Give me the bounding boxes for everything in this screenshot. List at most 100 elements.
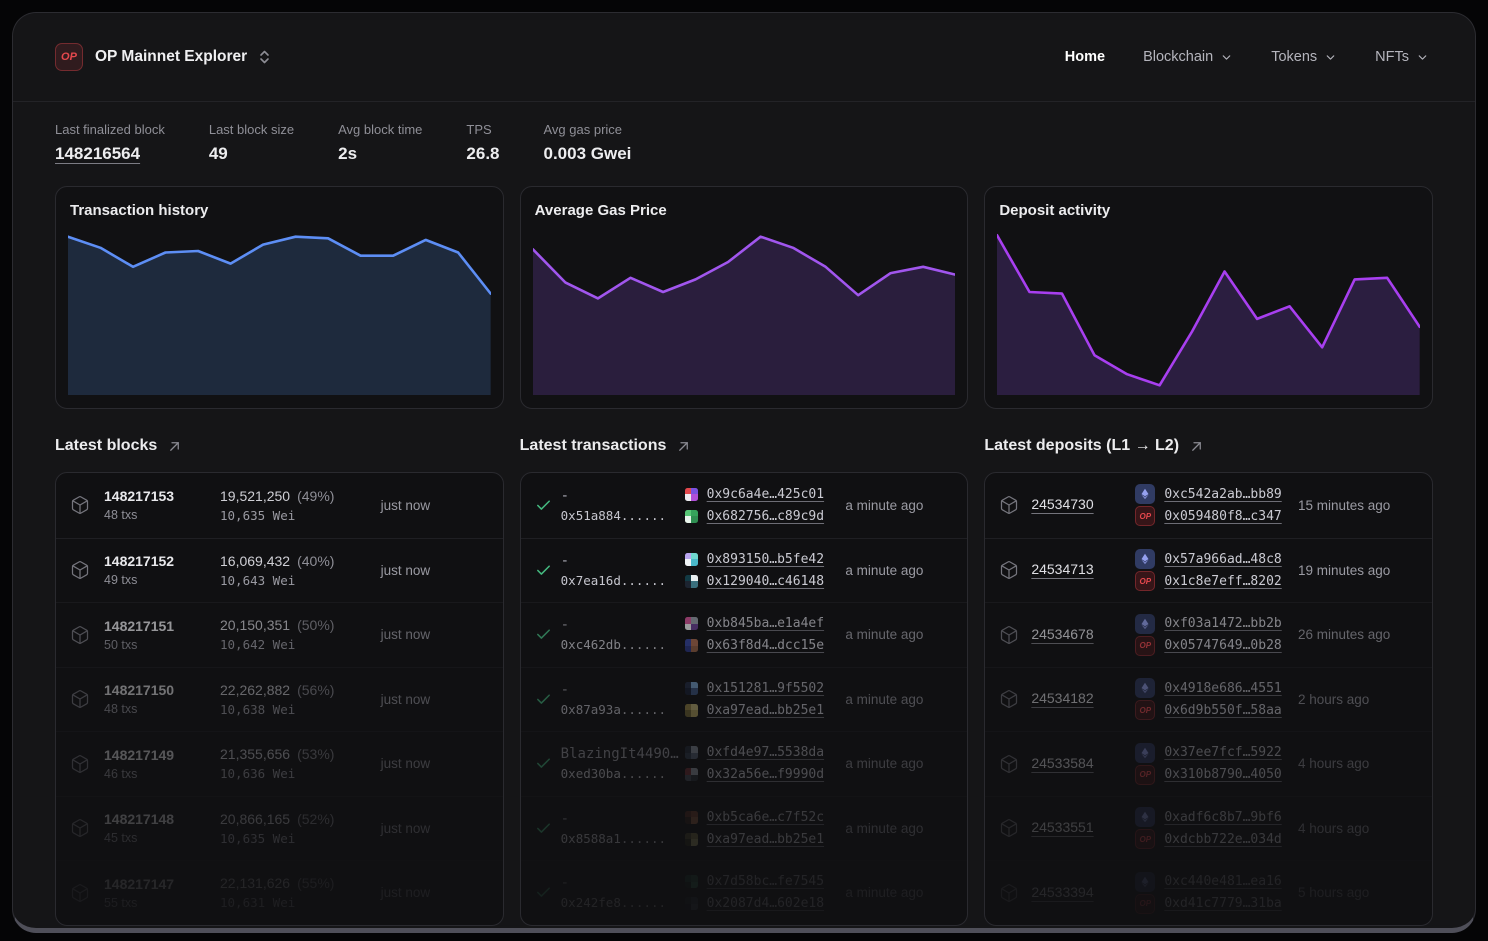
deposit-block-link[interactable]: 24534182 (1031, 690, 1093, 706)
tx-hash-cell: - 0xc462db...... (561, 617, 685, 652)
deposit-l1-tx-link[interactable]: 0x37ee7fcf…5922 (1164, 745, 1281, 760)
deposit-row[interactable]: 24534678 0xf03a1472…bb2b OP 0x05747649…0b28… (985, 602, 1432, 667)
block-cube-icon (999, 495, 1031, 515)
tx-addresses-cell: 0x9c6a4e…425c01 0x682756…c89c9d (684, 483, 846, 527)
block-row[interactable]: 148217151 50 txs 20,150,351 (50%) 10,642 We… (56, 602, 503, 667)
external-link-arrow-icon[interactable] (167, 439, 182, 454)
deposit-l2-tx-link[interactable]: 0x05747649…0b28 (1164, 638, 1281, 653)
deposit-row[interactable]: 24533394 0xc440e481…ea16 OP 0xd41c7779…31ba… (985, 860, 1432, 925)
deposit-l1-tx-link[interactable]: 0xc542a2ab…bb89 (1164, 487, 1281, 502)
tx-from-address-link[interactable]: 0x151281…9f5502 (707, 681, 824, 696)
tx-timestamp: a minute ago (845, 885, 924, 901)
block-number[interactable]: 148217151 (104, 618, 220, 634)
latest-transactions-title: Latest transactions (519, 437, 667, 454)
tx-hash-link[interactable]: 0x242fe8...... (561, 895, 685, 910)
deposit-l1-tx-link[interactable]: 0x57a966ad…48c8 (1164, 552, 1281, 567)
tx-hash-link[interactable]: 0x51a884...... (561, 508, 685, 523)
block-row[interactable]: 148217153 48 txs 19,521,250 (49%) 10,635 We… (56, 473, 503, 538)
deposit-block-link[interactable]: 24533394 (1031, 884, 1093, 900)
stat-label: Last block size (208, 122, 295, 137)
block-number[interactable]: 148217147 (104, 876, 220, 892)
tx-timestamp: a minute ago (845, 562, 924, 578)
transaction-row[interactable]: - 0x8588a1...... 0xb5ca6e…c7f52c 0xa97ead…b… (520, 795, 968, 861)
tx-to-address-link[interactable]: 0x682756…c89c9d (707, 509, 824, 524)
block-gas-used: 22,262,882 (56%) (220, 681, 335, 698)
deposit-block-link[interactable]: 24533584 (1031, 755, 1093, 771)
deposit-l1-tx-link[interactable]: 0xadf6c8b7…9bf6 (1164, 810, 1281, 825)
tx-from-address-link[interactable]: 0x9c6a4e…425c01 (707, 487, 824, 502)
success-check-icon (535, 755, 561, 772)
tx-to-line: 0x682756…c89c9d (684, 505, 846, 527)
nav-item-nfts[interactable]: NFTs (1375, 49, 1429, 65)
network-selector[interactable]: OP OP Mainnet Explorer (55, 43, 270, 71)
block-number[interactable]: 148217150 (104, 682, 220, 698)
external-link-arrow-icon[interactable] (676, 439, 691, 454)
deposit-l1-tx-link[interactable]: 0xc440e481…ea16 (1164, 874, 1281, 889)
block-gas-percent: (53%) (297, 746, 335, 763)
deposit-l2-tx-link[interactable]: 0xd41c7779…31ba (1164, 896, 1281, 911)
deposit-row[interactable]: 24534182 0x4918e686…4551 OP 0x6d9b550f…58aa… (985, 666, 1432, 732)
block-row[interactable]: 148217152 49 txs 16,069,432 (40%) 10,643 We… (56, 537, 503, 603)
tx-from-address-link[interactable]: 0x7d58bc…fe7545 (707, 874, 824, 889)
block-cube-icon (1001, 883, 1018, 902)
transaction-row[interactable]: - 0x51a884...... 0x9c6a4e…425c01 0x682756…c… (521, 473, 968, 538)
block-number[interactable]: 148217149 (104, 747, 220, 763)
deposit-l2-tx-link[interactable]: 0x059480f8…c347 (1164, 509, 1281, 524)
deposit-block-link[interactable]: 24534713 (1031, 561, 1093, 577)
success-check-icon (535, 691, 561, 708)
deposit-row[interactable]: 24533551 0xadf6c8b7…9bf6 OP 0xdcbb722e…034d… (985, 795, 1432, 861)
nav-item-home[interactable]: Home (1065, 49, 1105, 65)
deposit-l2-tx-link[interactable]: 0xdcbb722e…034d (1164, 832, 1281, 847)
deposit-l2-tx-link[interactable]: 0x1c8e7eff…8202 (1164, 574, 1281, 589)
latest-blocks-header: Latest blocks (55, 437, 504, 455)
nav-item-blockchain[interactable]: Blockchain (1143, 49, 1233, 65)
nav-item-tokens[interactable]: Tokens (1271, 49, 1337, 65)
deposit-row[interactable]: 24534730 0xc542a2ab…bb89 OP 0x059480f8…c347… (985, 473, 1432, 538)
stat-value[interactable]: 148216564 (55, 144, 165, 164)
deposit-l2-tx-link[interactable]: 0x310b8790…4050 (1164, 767, 1281, 782)
tx-from-address-link[interactable]: 0xb5ca6e…c7f52c (707, 810, 824, 825)
block-row[interactable]: 148217148 45 txs 20,866,165 (52%) 10,635 We… (56, 795, 503, 861)
transaction-row[interactable]: - 0x87a93a...... 0x151281…9f5502 0xa97ead…b… (520, 666, 968, 732)
deposit-l1-tx-link[interactable]: 0x4918e686…4551 (1164, 681, 1281, 696)
transaction-row[interactable]: - 0x7ea16d...... 0x893150…b5fe42 0x129040…c… (520, 537, 968, 603)
tx-from-address-link[interactable]: 0xfd4e97…5538da (707, 745, 824, 760)
tx-from-address-link[interactable]: 0x893150…b5fe42 (707, 552, 824, 567)
tx-to-address-link[interactable]: 0xa97ead…bb25e1 (707, 703, 824, 718)
block-row[interactable]: 148217147 55 txs 22,131,626 (55%) 10,631 We… (56, 860, 503, 925)
op-badge-text: OP (1139, 834, 1152, 844)
deposit-row[interactable]: 24533584 0x37ee7fcf…5922 OP 0x310b8790…4050… (985, 731, 1432, 796)
deposit-l1-tx-link[interactable]: 0xf03a1472…bb2b (1164, 616, 1281, 631)
tx-to-address-link[interactable]: 0xa97ead…bb25e1 (707, 832, 824, 847)
tx-from-address-link[interactable]: 0xb845ba…e1a4ef (707, 616, 824, 631)
transaction-row[interactable]: - 0x242fe8...... 0x7d58bc…fe7545 0x2087d4…6… (520, 860, 968, 925)
deposit-block-link[interactable]: 24533551 (1031, 819, 1093, 835)
deposit-timestamp: 4 hours ago (1297, 756, 1370, 772)
tx-hash-link[interactable]: 0x8588a1...... (561, 831, 685, 846)
block-number[interactable]: 148217152 (104, 553, 220, 569)
block-row[interactable]: 148217149 46 txs 21,355,656 (53%) 10,636 We… (56, 731, 503, 796)
block-number[interactable]: 148217153 (104, 488, 220, 504)
tx-timestamp: a minute ago (845, 756, 924, 772)
tx-hash-link[interactable]: 0xed30ba...... (561, 766, 685, 781)
tx-hash-link[interactable]: 0x7ea16d...... (561, 573, 685, 588)
tx-to-address-link[interactable]: 0x63f8d4…dcc15e (707, 638, 824, 653)
stat-value: 2s (338, 144, 358, 163)
tx-to-address-link[interactable]: 0x32a56e…f9990d (707, 767, 824, 782)
deposit-block-link[interactable]: 24534678 (1031, 626, 1093, 642)
transaction-row[interactable]: BlazingIt4490… 0xed30ba...... 0xfd4e97…553… (520, 731, 968, 796)
deposit-l2-tx-link[interactable]: 0x6d9b550f…58aa (1164, 703, 1281, 718)
deposit-hashes-cell: 0xc440e481…ea16 OP 0xd41c7779…31ba (1135, 871, 1298, 915)
block-number[interactable]: 148217148 (104, 811, 220, 827)
tx-to-address-link[interactable]: 0x2087d4…602e18 (707, 896, 824, 911)
tx-to-address-link[interactable]: 0x129040…c46148 (707, 574, 824, 589)
tx-hash-link[interactable]: 0x87a93a...... (561, 702, 685, 717)
tx-method: - (560, 487, 570, 504)
external-link-arrow-icon[interactable] (1189, 439, 1204, 454)
block-number-cell: 148217152 49 txs (104, 553, 220, 587)
deposit-row[interactable]: 24534713 0x57a966ad…48c8 OP 0x1c8e7eff…8202… (985, 537, 1432, 603)
tx-hash-link[interactable]: 0xc462db...... (561, 637, 685, 652)
transaction-row[interactable]: - 0xc462db...... 0xb845ba…e1a4ef 0x63f8d4…d… (520, 602, 968, 667)
deposit-block-link[interactable]: 24534730 (1031, 496, 1093, 512)
block-row[interactable]: 148217150 48 txs 22,262,882 (56%) 10,638 We… (56, 666, 503, 732)
